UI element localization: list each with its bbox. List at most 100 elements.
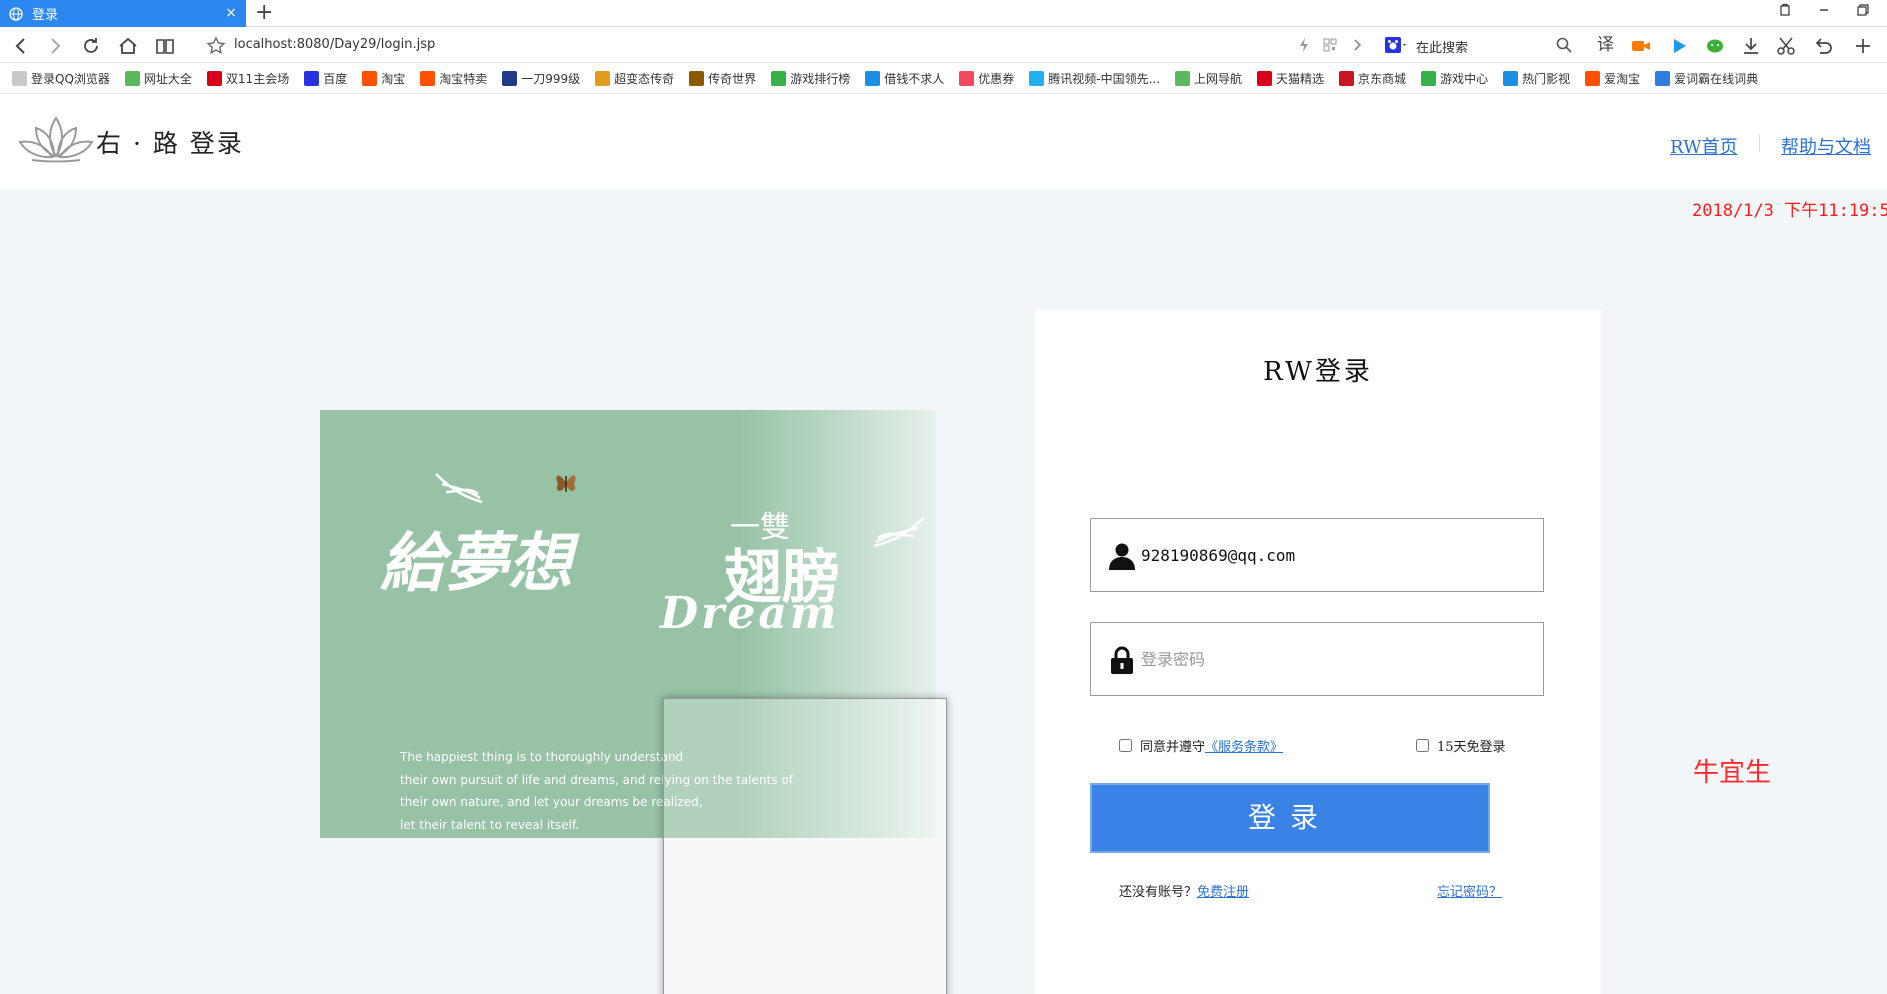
password-input[interactable] [1141,641,1531,677]
wechat-icon[interactable] [1704,35,1726,57]
address-bar[interactable]: localhost:8080/Day29/login.jsp [234,37,435,52]
lock-icon [1111,646,1133,674]
jd-icon [1339,70,1355,86]
bookmark-item[interactable]: 爱词霸在线词典 [1655,70,1758,87]
agree-terms-checkbox-row[interactable]: 同意并遵守 《服务条款》 [1119,736,1283,755]
bookmark-item[interactable]: 超变态传奇 [595,70,674,87]
bookmark-item[interactable]: 腾讯视频-中国领先... [1029,70,1160,87]
bookmark-item[interactable]: 优惠券 [959,70,1014,87]
back-icon[interactable] [10,35,32,57]
bookmark-item[interactable]: 登录QQ浏览器 [12,70,110,87]
bookmark-label: 登录QQ浏览器 [31,71,110,86]
bookmark-label: 京东商城 [1358,71,1407,86]
username-input[interactable] [1141,537,1531,573]
bookmark-item[interactable]: 一刀999级 [502,70,580,87]
bookmark-label: 天猫精选 [1276,71,1325,86]
baidu-paw-icon [1385,37,1406,53]
bookmark-item[interactable]: 淘宝 [362,70,405,87]
terms-of-service-link[interactable]: 《服务条款》 [1205,736,1283,755]
lotus-logo-icon[interactable] [18,112,94,164]
qq-user-icon [12,70,27,86]
nav-link-home[interactable]: RW首页 [1670,133,1738,159]
bookmark-item[interactable]: 京东商城 [1339,70,1406,87]
taobao-icon [420,70,436,86]
remember-me-checkbox-row[interactable]: 15天免登录 [1416,736,1506,755]
bookmark-item[interactable]: 游戏排行榜 [771,70,850,87]
bookmark-label: 爱淘宝 [1604,71,1641,86]
register-link[interactable]: 免费注册 [1197,885,1249,900]
tab-close-icon[interactable]: × [225,5,237,21]
scissors-icon[interactable] [1775,35,1797,57]
add-icon[interactable] [1852,35,1874,57]
bookmark-label: 传奇世界 [708,71,757,86]
bookmark-label: 百度 [323,71,348,86]
taobao-icon [362,70,378,86]
bookmark-label: 借钱不求人 [884,71,945,86]
maximize-icon[interactable] [1852,3,1874,23]
bookmark-item[interactable]: 热门影视 [1503,70,1570,87]
translate-icon[interactable]: 译 [1597,34,1614,56]
agree-terms-label: 同意并遵守 [1140,740,1206,755]
tab-title: 登录 [32,8,59,23]
coupon-icon [959,70,975,86]
bookmark-item[interactable]: 传奇世界 [689,70,756,87]
tab-active[interactable]: 登录 × [0,0,246,27]
home-icon[interactable] [117,35,139,57]
baidu-icon [304,70,320,86]
bookmark-item[interactable]: 淘宝特卖 [420,70,487,87]
bookmark-item[interactable]: 上网导航 [1175,70,1242,87]
tab-bar: 登录 × + [0,0,1887,27]
remember-me-checkbox[interactable] [1416,739,1429,752]
page-content: 右 · 路 登录 RW首页 帮助与文档 2018/1/3 下午11:19:5 給… [0,94,1887,994]
forgot-password-link[interactable]: 忘记密码？ [1437,885,1502,900]
bookmark-label: 网址大全 [143,71,192,86]
bookmark-item[interactable]: 百度 [304,70,347,87]
play-icon[interactable] [1668,35,1690,57]
bookmark-label: 游戏中心 [1440,71,1489,86]
bookmark-item[interactable]: 天猫精选 [1257,70,1324,87]
agree-terms-checkbox[interactable] [1119,739,1132,752]
loan-icon [865,70,881,86]
nav-link-help[interactable]: 帮助与文档 [1781,133,1871,159]
bookmark-item[interactable]: 爱淘宝 [1585,70,1640,87]
bookmarks-bar: 登录QQ浏览器 网址大全 双11主会场 百度 淘宝 淘宝特卖 一刀999级 超变态传奇 传奇世界… [0,63,1887,94]
bookmark-star-icon[interactable] [205,35,227,57]
browser-chrome: 登录 × + localhost:8080/Day29/login.jsp 在此… [0,0,1887,94]
reader-icon[interactable] [154,35,176,57]
game-icon [595,70,611,86]
forward-icon[interactable] [44,35,66,57]
username-field[interactable] [1090,518,1544,592]
restore-icon[interactable] [1774,3,1796,23]
bookmark-item[interactable]: 网址大全 [124,70,192,87]
login-title: RW登录 [1263,357,1373,387]
download-icon[interactable] [1740,35,1762,57]
bookmark-item[interactable]: 借钱不求人 [865,70,944,87]
search-icon[interactable] [1555,36,1573,54]
game-icon [689,70,705,86]
undo-icon[interactable] [1812,35,1834,57]
globe-icon [9,6,23,21]
bookmark-item[interactable]: 游戏中心 [1421,70,1488,87]
bookmark-label: 上网导航 [1194,71,1243,86]
bookmark-label: 超变态传奇 [614,71,675,86]
chevron-right-icon[interactable] [1349,37,1365,53]
video-record-icon[interactable] [1630,35,1652,57]
qrcode-icon[interactable] [1322,37,1338,53]
bookmark-label: 热门影视 [1522,71,1571,86]
datetime-display: 2018/1/3 下午11:19:5 [1692,201,1887,221]
tmall-icon [1257,70,1273,86]
left-wing-icon [435,473,483,504]
bookmark-label: 淘宝 [381,71,406,86]
bookmark-item[interactable]: 双11主会场 [206,70,289,87]
login-button[interactable]: 登录 [1090,783,1490,853]
refresh-icon[interactable] [80,35,102,57]
bookmark-label: 淘宝特卖 [439,71,488,86]
search-engine-selector[interactable] [1385,36,1409,54]
new-tab-button[interactable]: + [255,2,273,24]
login-panel: RW登录 同意并遵守《服务条款》 15天免登录 登录 还没有账号？免费注册 忘记… [1035,309,1601,994]
password-field[interactable] [1090,622,1544,696]
register-prompt: 还没有账号？免费注册 [1119,881,1249,900]
minimize-icon[interactable] [1813,3,1835,23]
lightning-icon[interactable] [1296,37,1312,53]
search-input[interactable]: 在此搜索 [1416,37,1468,56]
